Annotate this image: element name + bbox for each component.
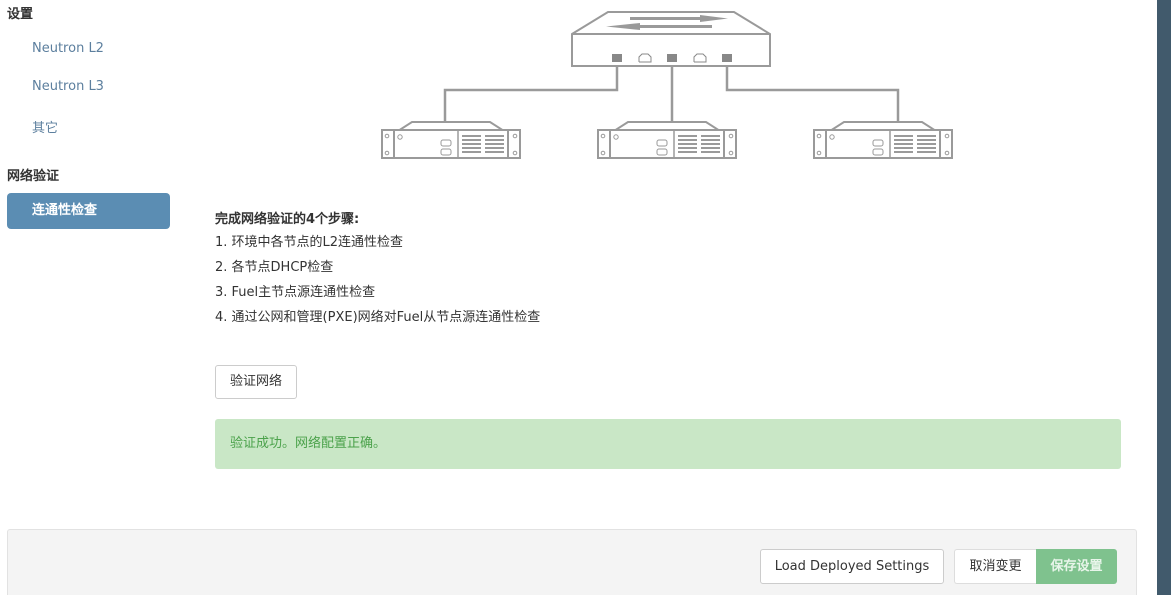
step-item: 3. Fuel主节点源连通性检查 [215,285,376,300]
step-item: 1. 环境中各节点的L2连通性检查 [215,235,404,250]
right-panel-edge [1157,0,1171,595]
sidebar-item-connectivity-check[interactable]: 连通性检查 [7,193,170,229]
server-icon [381,121,521,159]
sidebar-item-other[interactable]: 其它 [32,117,58,136]
step-item: 2. 各节点DHCP检查 [215,260,334,275]
sidebar-item-neutron-l3[interactable]: Neutron L3 [32,79,104,94]
save-settings-button[interactable]: 保存设置 [1036,549,1117,584]
cancel-changes-button[interactable]: 取消变更 [954,549,1036,584]
cable-right [725,60,900,123]
network-diagram [381,11,953,159]
sidebar-group-settings: 设置 [7,7,34,22]
network-switch-icon [571,11,771,67]
load-deployed-settings-button[interactable]: Load Deployed Settings [760,549,944,584]
verify-network-button[interactable]: 验证网络 [215,365,297,399]
cable-left [443,60,619,123]
server-icon [597,121,737,159]
sidebar-group-network-verification: 网络验证 [7,169,60,184]
step-item: 4. 通过公网和管理(PXE)网络对Fuel从节点源连通性检查 [215,310,541,325]
success-alert: 验证成功。网络配置正确。 [215,419,1121,469]
sidebar-item-neutron-l2[interactable]: Neutron L2 [32,41,104,56]
server-icon [813,121,953,159]
steps-title: 完成网络验证的4个步骤: [215,212,360,227]
verification-steps: 完成网络验证的4个步骤: 1. 环境中各节点的L2连通性检查 2. 各节点DHC… [215,208,540,333]
